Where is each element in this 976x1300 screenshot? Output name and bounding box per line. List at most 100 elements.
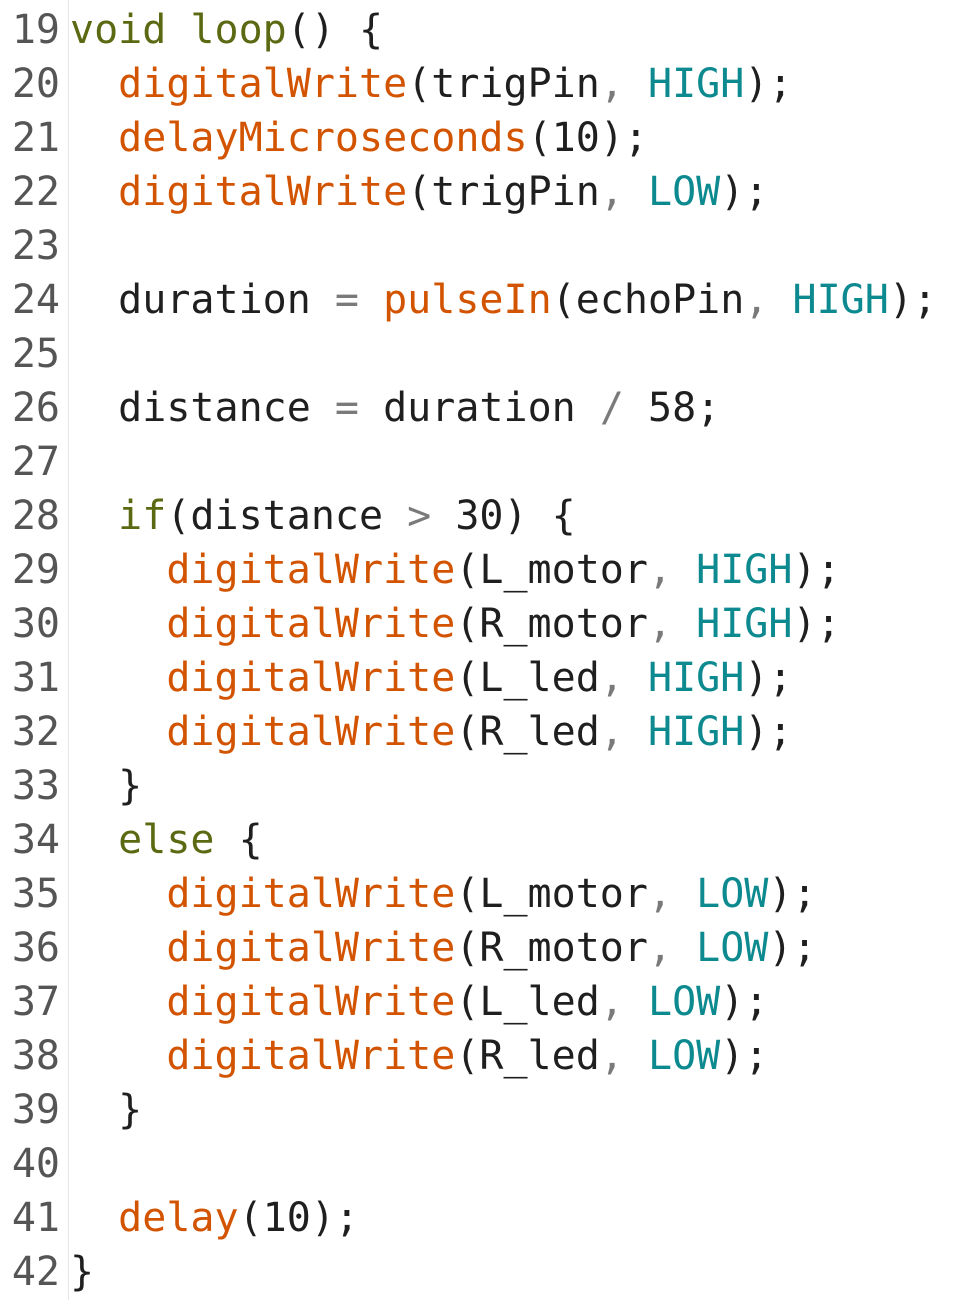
code-text[interactable]: distance = duration / 58; — [60, 381, 720, 435]
code-text[interactable]: digitalWrite(trigPin, LOW); — [60, 165, 768, 219]
code-line[interactable]: 29 digitalWrite(L_motor, HIGH); — [0, 543, 976, 597]
line-number: 27 — [11, 439, 60, 485]
code-token: if — [118, 493, 167, 539]
code-token: , — [599, 709, 648, 755]
code-token: digitalWrite — [118, 61, 408, 107]
code-text[interactable]: digitalWrite(R_led, HIGH); — [60, 705, 792, 759]
code-token: LOW — [647, 979, 721, 1025]
code-token: ); — [720, 979, 769, 1025]
code-line[interactable]: 39 } — [0, 1083, 976, 1137]
code-line[interactable]: 28 if(distance > 30) { — [0, 489, 976, 543]
code-line[interactable]: 30 digitalWrite(R_motor, HIGH); — [0, 597, 976, 651]
line-number: 22 — [11, 169, 60, 215]
code-line[interactable]: 23 — [0, 219, 976, 273]
code-text[interactable]: digitalWrite(L_motor, HIGH); — [60, 543, 840, 597]
code-token: (echoPin — [551, 277, 745, 323]
code-text[interactable]: delay(10); — [60, 1191, 359, 1245]
code-line[interactable]: 40 — [0, 1137, 976, 1191]
code-token: (10); — [238, 1195, 360, 1241]
line-number: 32 — [11, 709, 60, 755]
code-text[interactable] — [60, 327, 70, 381]
line-number: 20 — [11, 61, 60, 107]
code-token: distance — [70, 385, 335, 431]
code-token: , — [647, 601, 697, 647]
code-line[interactable]: 33 } — [0, 759, 976, 813]
code-line[interactable]: 41 delay(10); — [0, 1191, 976, 1245]
line-number: 38 — [11, 1033, 60, 1079]
code-token: , — [599, 979, 648, 1025]
code-text[interactable]: } — [60, 759, 142, 813]
code-token: / — [599, 385, 648, 431]
code-token: ); — [720, 169, 769, 215]
code-text[interactable]: digitalWrite(L_led, LOW); — [60, 975, 768, 1029]
code-editor[interactable]: 19 void loop() {20 digitalWrite(trigPin, … — [0, 0, 976, 1300]
code-token: 30) { — [455, 493, 576, 539]
code-text[interactable] — [60, 1137, 70, 1191]
line-number: 30 — [11, 601, 60, 647]
code-token: (L_led — [455, 979, 600, 1025]
code-text[interactable]: digitalWrite(R_motor, HIGH); — [60, 597, 841, 651]
code-token: digitalWrite — [166, 709, 456, 755]
code-token: , — [599, 1033, 648, 1079]
code-text[interactable]: void loop() { — [60, 3, 383, 57]
code-text[interactable]: digitalWrite(L_motor, LOW); — [60, 867, 816, 921]
code-text[interactable]: digitalWrite(trigPin, HIGH); — [60, 57, 792, 111]
code-line[interactable]: 31 digitalWrite(L_led, HIGH); — [0, 651, 976, 705]
code-line[interactable]: 38 digitalWrite(R_led, LOW); — [0, 1029, 976, 1083]
line-number: 26 — [11, 385, 60, 431]
code-token: delay — [118, 1195, 239, 1241]
code-text[interactable]: else { — [60, 813, 263, 867]
code-text[interactable]: delayMicroseconds(10); — [60, 111, 648, 165]
code-line[interactable]: 22 digitalWrite(trigPin, LOW); — [0, 165, 976, 219]
code-token: LOW — [647, 169, 721, 215]
code-text[interactable]: digitalWrite(R_motor, LOW); — [60, 921, 816, 975]
code-token: ); — [792, 601, 841, 647]
code-text[interactable]: digitalWrite(R_led, LOW); — [60, 1029, 768, 1083]
code-token: HIGH — [696, 547, 793, 593]
code-token: (distance — [166, 493, 408, 539]
code-token: ); — [720, 1033, 769, 1079]
line-number: 19 — [11, 7, 60, 53]
line-number: 23 — [11, 223, 60, 269]
code-text[interactable]: } — [60, 1083, 142, 1137]
code-line[interactable]: 35 digitalWrite(L_motor, LOW); — [0, 867, 976, 921]
code-line[interactable]: 36 digitalWrite(R_motor, LOW); — [0, 921, 976, 975]
code-line[interactable]: 24 duration = pulseIn(echoPin, HIGH); — [0, 273, 976, 327]
code-token: digitalWrite — [118, 169, 408, 215]
line-number: 35 — [11, 871, 60, 917]
code-token: (L_motor — [455, 547, 648, 593]
code-token: HIGH — [647, 709, 745, 755]
code-text[interactable] — [60, 435, 70, 489]
code-line[interactable]: 25 — [0, 327, 976, 381]
code-text[interactable]: digitalWrite(L_led, HIGH); — [60, 651, 792, 705]
code-token: HIGH — [647, 655, 745, 701]
code-line[interactable]: 19 void loop() { — [0, 3, 976, 57]
code-line[interactable]: 37 digitalWrite(L_led, LOW); — [0, 975, 976, 1029]
code-line[interactable]: 27 — [0, 435, 976, 489]
code-text[interactable]: } — [60, 1245, 94, 1299]
code-token: digitalWrite — [166, 547, 456, 593]
code-text[interactable]: if(distance > 30) { — [60, 489, 576, 543]
line-number: 25 — [11, 331, 60, 377]
code-line[interactable]: 42} — [0, 1245, 976, 1299]
code-line[interactable]: 21 delayMicroseconds(10); — [0, 111, 976, 165]
code-token: duration — [70, 277, 335, 323]
code-lines[interactable]: 19 void loop() {20 digitalWrite(trigPin, … — [0, 3, 976, 1299]
code-line[interactable]: 32 digitalWrite(R_led, HIGH); — [0, 705, 976, 759]
code-line[interactable]: 20 digitalWrite(trigPin, HIGH); — [0, 57, 976, 111]
code-token: (trigPin — [407, 61, 600, 107]
line-number: 29 — [11, 547, 60, 593]
code-line[interactable]: 34 else { — [0, 813, 976, 867]
code-line[interactable]: 26 distance = duration / 58; — [0, 381, 976, 435]
line-number: 31 — [11, 655, 60, 701]
code-text[interactable]: duration = pulseIn(echoPin, HIGH); — [60, 273, 937, 327]
code-token: ); — [744, 709, 793, 755]
line-number: 36 — [11, 925, 60, 971]
code-text[interactable] — [60, 219, 70, 273]
